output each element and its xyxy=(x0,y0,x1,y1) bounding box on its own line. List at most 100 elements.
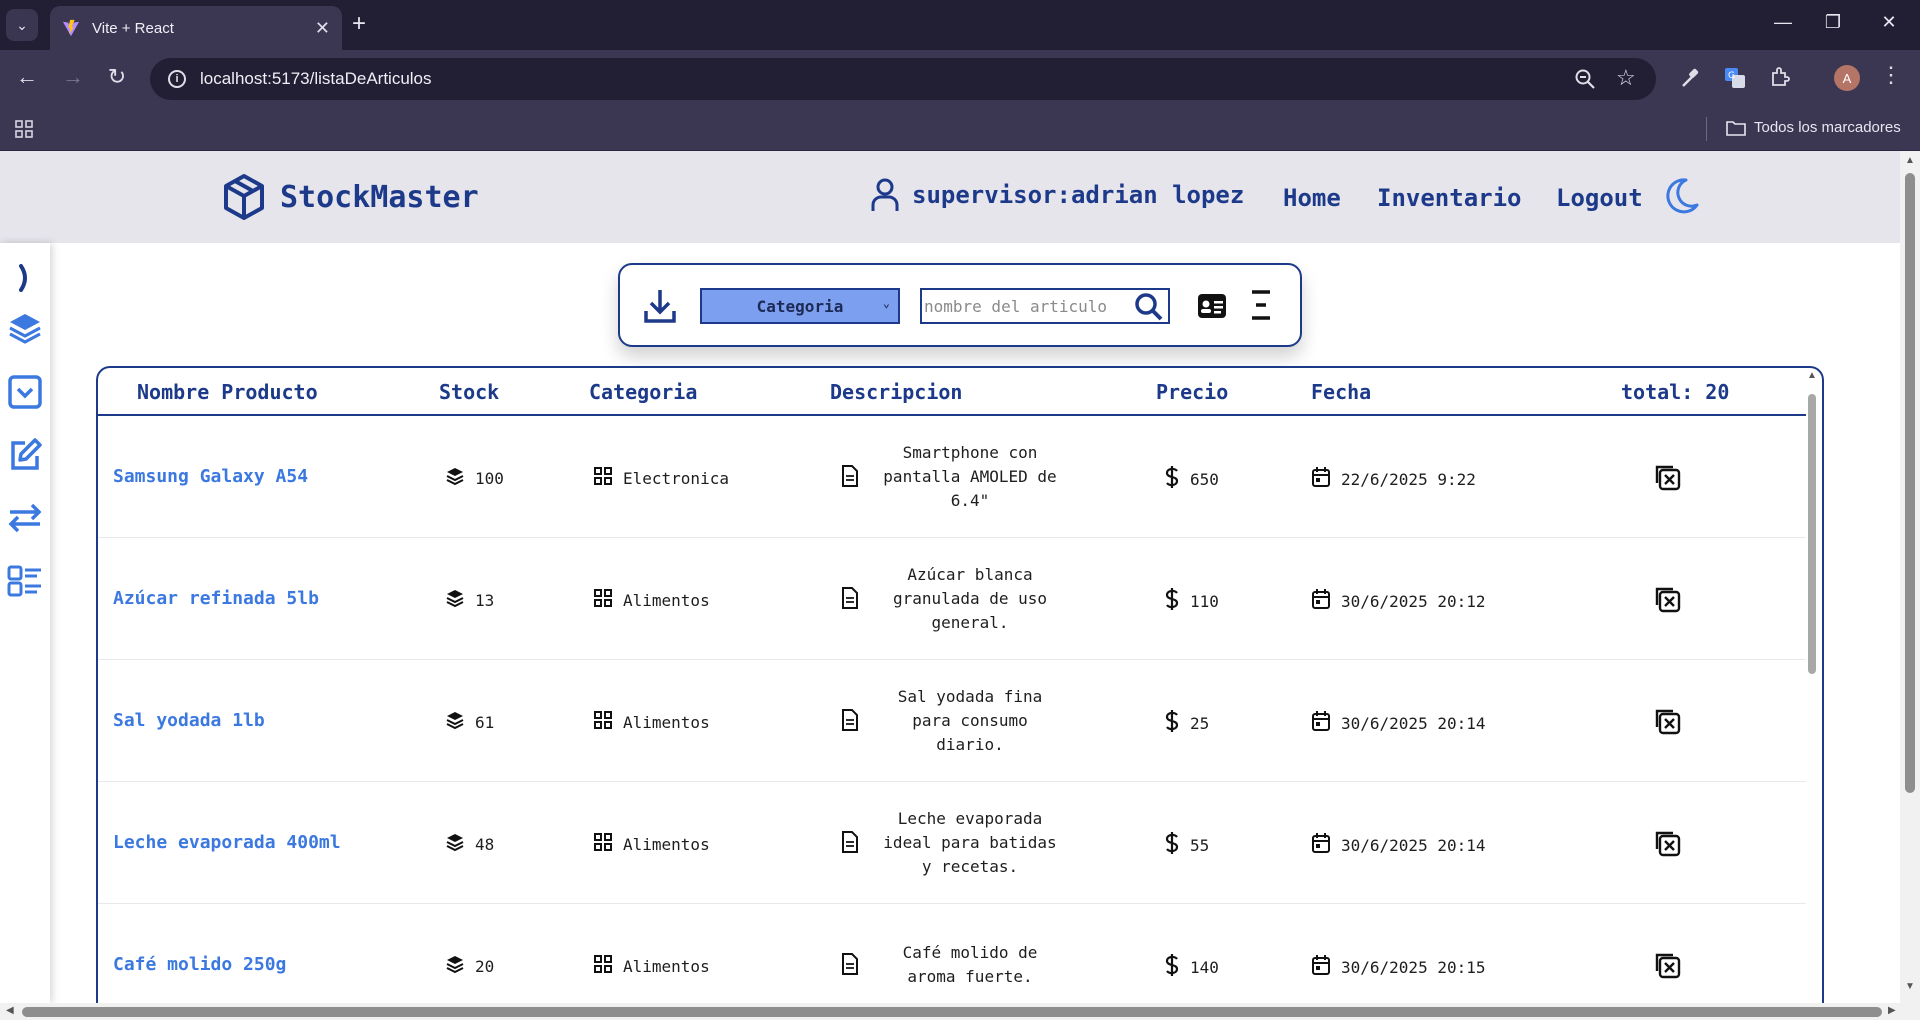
document-icon xyxy=(841,587,859,609)
close-window-button[interactable]: ✕ xyxy=(1866,12,1912,33)
user-label: supervisor:adrian lopez xyxy=(912,181,1245,209)
price-cell: 140 xyxy=(1164,953,1219,981)
search-icon[interactable] xyxy=(1134,292,1164,322)
sidebar-item-dropdown[interactable] xyxy=(6,373,44,411)
nav-logout-link[interactable]: Logout xyxy=(1556,184,1643,212)
stock-cell: 48 xyxy=(445,832,494,856)
table-row: Azúcar refinada 5lb 13 Alimentos Azúcar bla… xyxy=(98,538,1806,660)
price-cell: 55 xyxy=(1164,831,1209,859)
close-tab-icon[interactable]: ✕ xyxy=(315,18,330,39)
product-name-link[interactable]: Azúcar refinada 5lb xyxy=(113,588,319,609)
stock-cell: 13 xyxy=(445,588,494,612)
date-cell: 30/6/2025 20:15 xyxy=(1311,954,1486,980)
translate-icon[interactable]: G xyxy=(1724,67,1746,89)
profile-avatar[interactable]: A xyxy=(1834,65,1860,91)
category-grid-icon xyxy=(593,954,613,978)
sidebar-item-transfer[interactable] xyxy=(6,499,44,537)
price-value: 140 xyxy=(1190,957,1219,977)
zoom-out-icon[interactable] xyxy=(1574,68,1596,90)
page-vertical-thumb[interactable] xyxy=(1905,173,1915,793)
sidebar-item-layers[interactable] xyxy=(6,310,44,348)
delete-icon[interactable] xyxy=(1653,707,1681,735)
apps-grid-icon[interactable] xyxy=(14,119,34,139)
moon-dark-mode-icon[interactable] xyxy=(1664,177,1700,215)
menu-lines-icon[interactable] xyxy=(1248,289,1274,321)
tab-search-button[interactable]: ⌄ xyxy=(6,9,38,41)
category-cell: Alimentos xyxy=(593,710,710,734)
site-info-icon[interactable]: i xyxy=(168,70,186,88)
vite-favicon-icon xyxy=(62,19,80,37)
bookmark-star-icon[interactable]: ☆ xyxy=(1616,65,1636,91)
sidebar-expand-chevron[interactable] xyxy=(6,259,44,297)
reload-button[interactable]: ↻ xyxy=(102,64,132,90)
extensions-icon[interactable] xyxy=(1770,67,1790,87)
minimize-button[interactable]: — xyxy=(1760,12,1806,33)
description-line: Smartphone con xyxy=(902,443,1038,462)
table-row: Leche evaporada 400ml 48 Alimentos Leche ev… xyxy=(98,782,1806,904)
category-select[interactable]: Categoria ⌄ xyxy=(700,288,900,324)
calendar-icon xyxy=(1311,466,1331,492)
description-text: Café molido de aroma fuerte. xyxy=(875,941,1065,989)
page-vertical-scrollbar[interactable]: ▲ ▼ xyxy=(1900,151,1920,1003)
browser-tab[interactable]: Vite + React ✕ xyxy=(50,6,342,50)
dollar-icon xyxy=(1164,465,1180,493)
dollar-icon xyxy=(1164,587,1180,615)
menu-dots-icon[interactable]: ⋮ xyxy=(1880,62,1902,88)
category-grid-icon xyxy=(593,466,613,490)
delete-icon[interactable] xyxy=(1653,951,1681,979)
product-name-link[interactable]: Samsung Galaxy A54 xyxy=(113,466,308,487)
table-scroll-thumb[interactable] xyxy=(1808,394,1816,674)
product-name-link[interactable]: Leche evaporada 400ml xyxy=(113,832,341,853)
date-cell: 30/6/2025 20:12 xyxy=(1311,588,1486,614)
product-name-link[interactable]: Sal yodada 1lb xyxy=(113,710,265,731)
new-tab-button[interactable]: + xyxy=(352,10,366,38)
category-grid-icon xyxy=(593,832,613,856)
sidebar xyxy=(0,243,50,1003)
back-button[interactable]: ← xyxy=(12,64,42,90)
all-bookmarks-label: Todos los marcadores xyxy=(1754,119,1901,136)
sidebar-item-edit[interactable] xyxy=(6,436,44,474)
delete-icon[interactable] xyxy=(1653,829,1681,857)
description-line: ideal para batidas xyxy=(883,833,1057,852)
page-horizontal-thumb[interactable] xyxy=(22,1007,1882,1017)
calendar-icon xyxy=(1311,588,1331,614)
category-cell: Alimentos xyxy=(593,832,710,856)
date-value: 30/6/2025 20:14 xyxy=(1341,713,1486,733)
layers-icon xyxy=(9,314,41,344)
price-cell: 110 xyxy=(1164,587,1219,615)
id-card-icon[interactable] xyxy=(1196,291,1228,321)
stock-cell: 100 xyxy=(445,466,504,490)
table-row: Samsung Galaxy A54 100 Electronica Smartpho… xyxy=(98,416,1806,538)
calendar-icon xyxy=(1311,710,1331,736)
document-icon xyxy=(841,831,859,853)
chevron-down-icon: ⌄ xyxy=(882,296,890,310)
page-scroll-down-arrow[interactable]: ▼ xyxy=(1905,981,1915,992)
address-bar[interactable]: i localhost:5173/listaDeArticulos ☆ xyxy=(150,58,1656,100)
layers-icon xyxy=(445,588,465,612)
all-bookmarks-button[interactable]: Todos los marcadores xyxy=(1726,119,1901,136)
user-info: supervisor:adrian lopez xyxy=(870,177,1244,213)
brand[interactable]: StockMaster xyxy=(222,173,479,221)
delete-icon[interactable] xyxy=(1653,463,1681,491)
delete-icon[interactable] xyxy=(1653,585,1681,613)
document-icon xyxy=(841,709,859,731)
description-line: granulada de uso xyxy=(892,589,1048,608)
table-scrollbar[interactable]: ▲ xyxy=(1806,370,1818,1003)
nav-home-link[interactable]: Home xyxy=(1283,184,1341,212)
page-horizontal-scrollbar[interactable]: ◀ ▶ xyxy=(0,1003,1920,1020)
product-name-link[interactable]: Café molido 250g xyxy=(113,954,286,975)
page-scroll-up-arrow[interactable]: ▲ xyxy=(1905,155,1915,166)
table-header: Nombre Producto Stock Categoria Descripc… xyxy=(98,368,1806,416)
stock-cell: 61 xyxy=(445,710,494,734)
page-scroll-left-arrow[interactable]: ◀ xyxy=(6,1005,14,1016)
download-icon[interactable] xyxy=(642,287,678,325)
nav-inventario-link[interactable]: Inventario xyxy=(1377,184,1522,212)
page-scroll-right-arrow[interactable]: ▶ xyxy=(1888,1005,1896,1016)
forward-button[interactable]: → xyxy=(58,64,88,90)
scroll-up-arrow[interactable]: ▲ xyxy=(1807,370,1817,381)
restore-button[interactable]: ❐ xyxy=(1810,12,1856,33)
eyedropper-icon[interactable] xyxy=(1680,67,1700,89)
search-input[interactable] xyxy=(922,290,1122,322)
sidebar-item-list-detail[interactable] xyxy=(6,562,44,600)
layers-icon xyxy=(445,954,465,978)
